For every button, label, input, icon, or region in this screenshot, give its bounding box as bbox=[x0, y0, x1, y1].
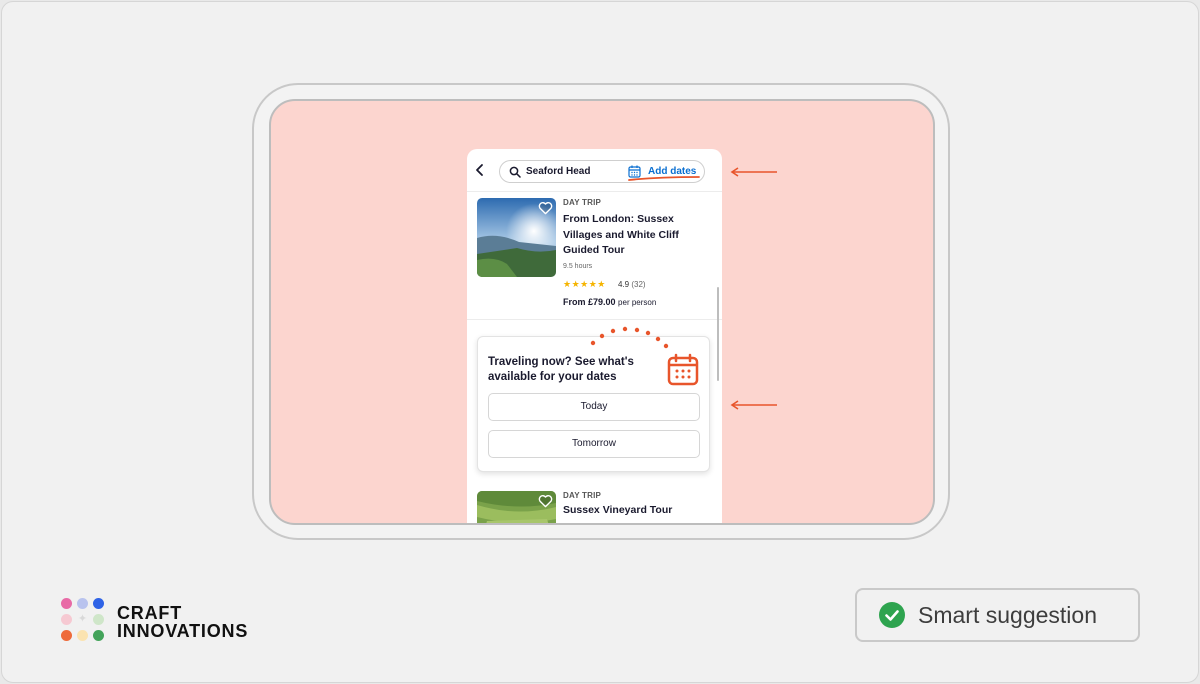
annotation-underline bbox=[628, 176, 700, 181]
heart-icon[interactable] bbox=[538, 494, 553, 508]
tour-category: DAY TRIP bbox=[563, 491, 602, 500]
suggestion-title: Traveling now? See what's available for … bbox=[488, 356, 634, 383]
tour-title[interactable]: Sussex Vineyard Tour bbox=[563, 503, 713, 519]
tour-image bbox=[477, 198, 556, 277]
tour-image bbox=[477, 491, 556, 523]
calendar-icon bbox=[667, 353, 699, 386]
badge-label: Smart suggestion bbox=[918, 602, 1097, 628]
heart-icon[interactable] bbox=[538, 201, 553, 215]
arrow-left-icon bbox=[730, 167, 777, 177]
brand-wordmark: CRAFT INNOVATIONS bbox=[117, 603, 249, 641]
search-header: Seaford Head Add dates bbox=[467, 149, 722, 192]
tour-price: From £79.00 per person bbox=[563, 297, 657, 307]
tour-duration: 9.5 hours bbox=[563, 263, 593, 270]
location-text[interactable]: Seaford Head bbox=[526, 166, 590, 177]
phone-screen: Seaford Head Add dates DAY TRIP From Lon… bbox=[467, 149, 722, 523]
search-icon bbox=[509, 166, 521, 178]
rating-stars: ★★★★★ bbox=[563, 279, 606, 289]
smart-suggestion-badge: Smart suggestion bbox=[855, 588, 1140, 642]
back-chevron-icon[interactable] bbox=[473, 163, 487, 177]
decorative-dots bbox=[590, 326, 669, 349]
tomorrow-button[interactable]: Tomorrow bbox=[488, 430, 700, 458]
rating-value: 4.9 (32) bbox=[618, 280, 646, 289]
today-button[interactable]: Today bbox=[488, 393, 700, 421]
arrow-left-icon bbox=[730, 400, 777, 410]
list-item[interactable]: DAY TRIP Sussex Vineyard Tour bbox=[467, 483, 722, 523]
tour-category: DAY TRIP bbox=[563, 198, 602, 207]
list-item[interactable]: DAY TRIP From London: Sussex Villages an… bbox=[467, 191, 722, 320]
tour-title[interactable]: From London: Sussex Villages and White C… bbox=[563, 212, 713, 259]
scrollbar[interactable] bbox=[717, 287, 719, 381]
check-circle-icon bbox=[879, 602, 905, 628]
tablet-screen: Seaford Head Add dates DAY TRIP From Lon… bbox=[269, 99, 935, 525]
canvas: Seaford Head Add dates DAY TRIP From Lon… bbox=[1, 1, 1199, 683]
date-suggestion-card: Traveling now? See what's available for … bbox=[477, 326, 710, 472]
